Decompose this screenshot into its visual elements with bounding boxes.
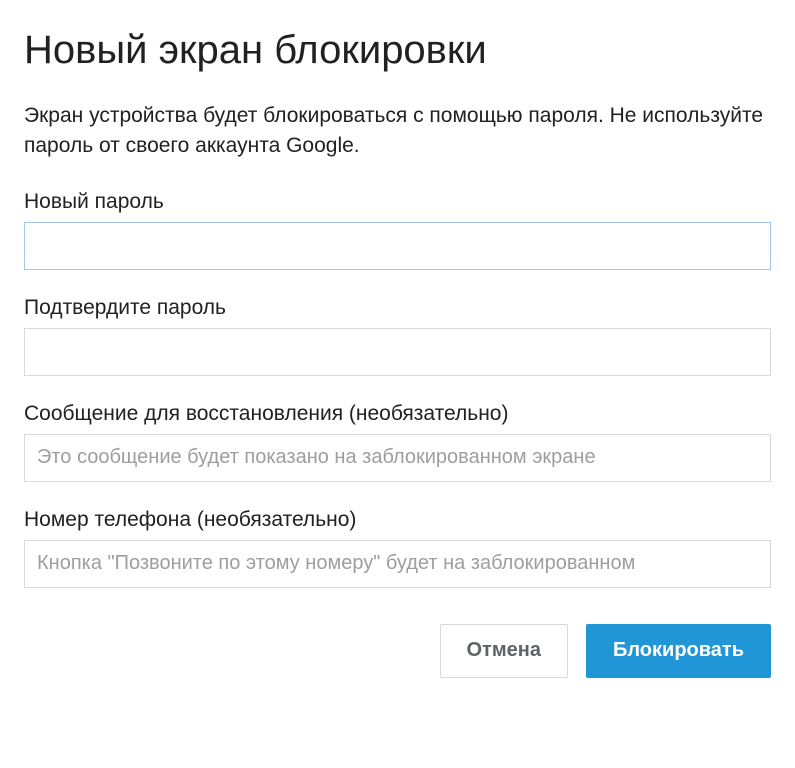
recovery-message-input[interactable] bbox=[24, 434, 771, 482]
button-row: Отмена Блокировать bbox=[24, 624, 771, 678]
phone-number-label: Номер телефона (необязательно) bbox=[24, 508, 771, 532]
page-description: Экран устройства будет блокироваться с п… bbox=[24, 101, 771, 162]
phone-number-group: Номер телефона (необязательно) bbox=[24, 508, 771, 588]
new-password-label: Новый пароль bbox=[24, 190, 771, 214]
new-password-input[interactable] bbox=[24, 222, 771, 270]
confirm-password-label: Подтвердите пароль bbox=[24, 296, 771, 320]
recovery-message-label: Сообщение для восстановления (необязател… bbox=[24, 402, 771, 426]
page-title: Новый экран блокировки bbox=[24, 28, 771, 73]
recovery-message-group: Сообщение для восстановления (необязател… bbox=[24, 402, 771, 482]
confirm-password-group: Подтвердите пароль bbox=[24, 296, 771, 376]
cancel-button[interactable]: Отмена bbox=[440, 624, 568, 678]
phone-number-input[interactable] bbox=[24, 540, 771, 588]
confirm-password-input[interactable] bbox=[24, 328, 771, 376]
lock-button[interactable]: Блокировать bbox=[586, 624, 771, 678]
new-password-group: Новый пароль bbox=[24, 190, 771, 270]
